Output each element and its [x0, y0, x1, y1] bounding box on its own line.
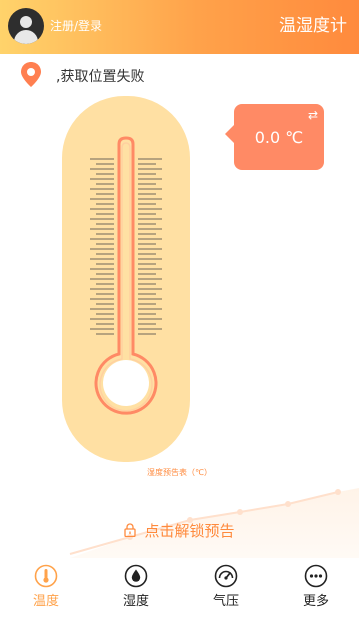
temperature-reading-card[interactable]: ⇄ 0.0 ℃ — [225, 104, 324, 170]
tab-label: 更多 — [302, 594, 329, 609]
bottom-tab-bar: 温度 湿度 气压 更多 — [0, 558, 359, 625]
tab-label: 湿度 — [122, 594, 149, 609]
tab-more[interactable]: 更多 — [286, 564, 346, 616]
avatar-body-shape — [14, 30, 38, 44]
login-link[interactable]: 注册/登录 — [50, 18, 102, 34]
location-pin-icon[interactable] — [16, 60, 46, 90]
tab-label: 温度 — [32, 594, 59, 609]
temperature-reading: 0.0 ℃ — [254, 128, 304, 147]
gauge-icon — [214, 564, 238, 588]
tab-humidity[interactable]: 湿度 — [106, 564, 166, 616]
avatar-head-shape — [20, 16, 32, 28]
thermometer-bulb — [103, 360, 149, 406]
location-status-text: ,获取位置失败 — [56, 69, 145, 85]
thermometer-background — [62, 96, 190, 462]
thermometer-graphic — [62, 96, 190, 462]
water-drop-icon — [124, 564, 148, 588]
tab-temperature[interactable]: 温度 — [16, 564, 76, 616]
forecast-point — [237, 509, 243, 515]
tab-label: 气压 — [212, 594, 239, 609]
tab-pressure[interactable]: 气压 — [196, 564, 256, 616]
avatar[interactable] — [8, 8, 44, 44]
forecast-chart-label: 湿度预告表（℃） — [147, 468, 212, 477]
swap-unit-icon[interactable]: ⇄ — [308, 108, 318, 122]
unlock-forecast-button[interactable]: 点击解锁预告 — [0, 520, 359, 541]
thermometer — [62, 96, 190, 462]
page-title: 温湿度计 — [279, 16, 347, 36]
more-dots-icon — [304, 564, 328, 588]
forecast-point — [335, 489, 341, 495]
forecast-point — [285, 501, 291, 507]
thermometer-icon — [34, 564, 58, 588]
lock-icon — [124, 523, 137, 537]
app-header: 注册/登录 温湿度计 — [0, 0, 359, 54]
unlock-forecast-label: 点击解锁预告 — [144, 522, 235, 540]
